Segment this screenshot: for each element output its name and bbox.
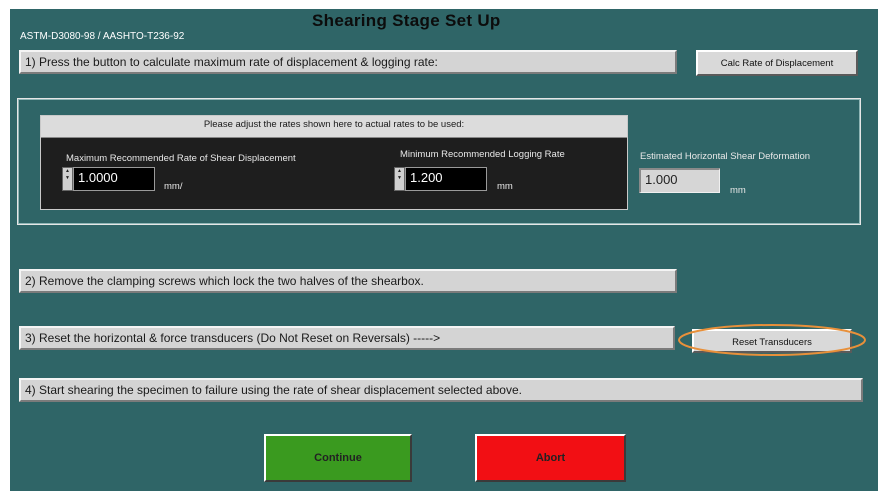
step-4-instruction: 4) Start shearing the specimen to failur…	[19, 378, 863, 402]
min-log-label: Minimum Recommended Logging Rate	[400, 149, 565, 160]
est-deformation-indicator: 1.000	[639, 168, 720, 193]
min-log-spinner[interactable]: ▲ ▼	[394, 167, 405, 191]
max-rate-spinner[interactable]: ▲ ▼	[62, 167, 73, 191]
standard-label: ASTM-D3080-98 / AASHTO-T236-92	[20, 31, 185, 42]
abort-button[interactable]: Abort	[475, 434, 626, 482]
spin-down-icon[interactable]: ▼	[395, 175, 404, 182]
spin-up-icon[interactable]: ▲	[395, 168, 404, 175]
est-deformation-label: Estimated Horizontal Shear Deformation	[640, 151, 811, 162]
calc-rate-button[interactable]: Calc Rate of Displacement	[696, 50, 858, 76]
rates-heading: Please adjust the rates shown here to ac…	[41, 116, 627, 138]
page-title: Shearing Stage Set Up	[312, 11, 501, 30]
max-rate-unit: mm/	[164, 181, 183, 192]
spin-down-icon[interactable]: ▼	[63, 175, 72, 182]
min-log-unit: mm	[497, 181, 513, 192]
max-rate-label: Maximum Recommended Rate of Shear Displa…	[66, 153, 296, 164]
continue-button[interactable]: Continue	[264, 434, 412, 482]
shearing-stage-window: ASTM-D3080-98 / AASHTO-T236-92 Shearing …	[10, 9, 878, 491]
est-deformation-unit: mm	[730, 185, 746, 196]
max-rate-input[interactable]: 1.0000	[73, 167, 155, 191]
step-2-instruction: 2) Remove the clamping screws which lock…	[19, 269, 677, 293]
spin-up-icon[interactable]: ▲	[63, 168, 72, 175]
min-log-input[interactable]: 1.200	[405, 167, 487, 191]
step-3-instruction: 3) Reset the horizontal & force transduc…	[19, 326, 675, 350]
step-1-instruction: 1) Press the button to calculate maximum…	[19, 50, 677, 74]
highlight-ellipse	[678, 324, 866, 356]
